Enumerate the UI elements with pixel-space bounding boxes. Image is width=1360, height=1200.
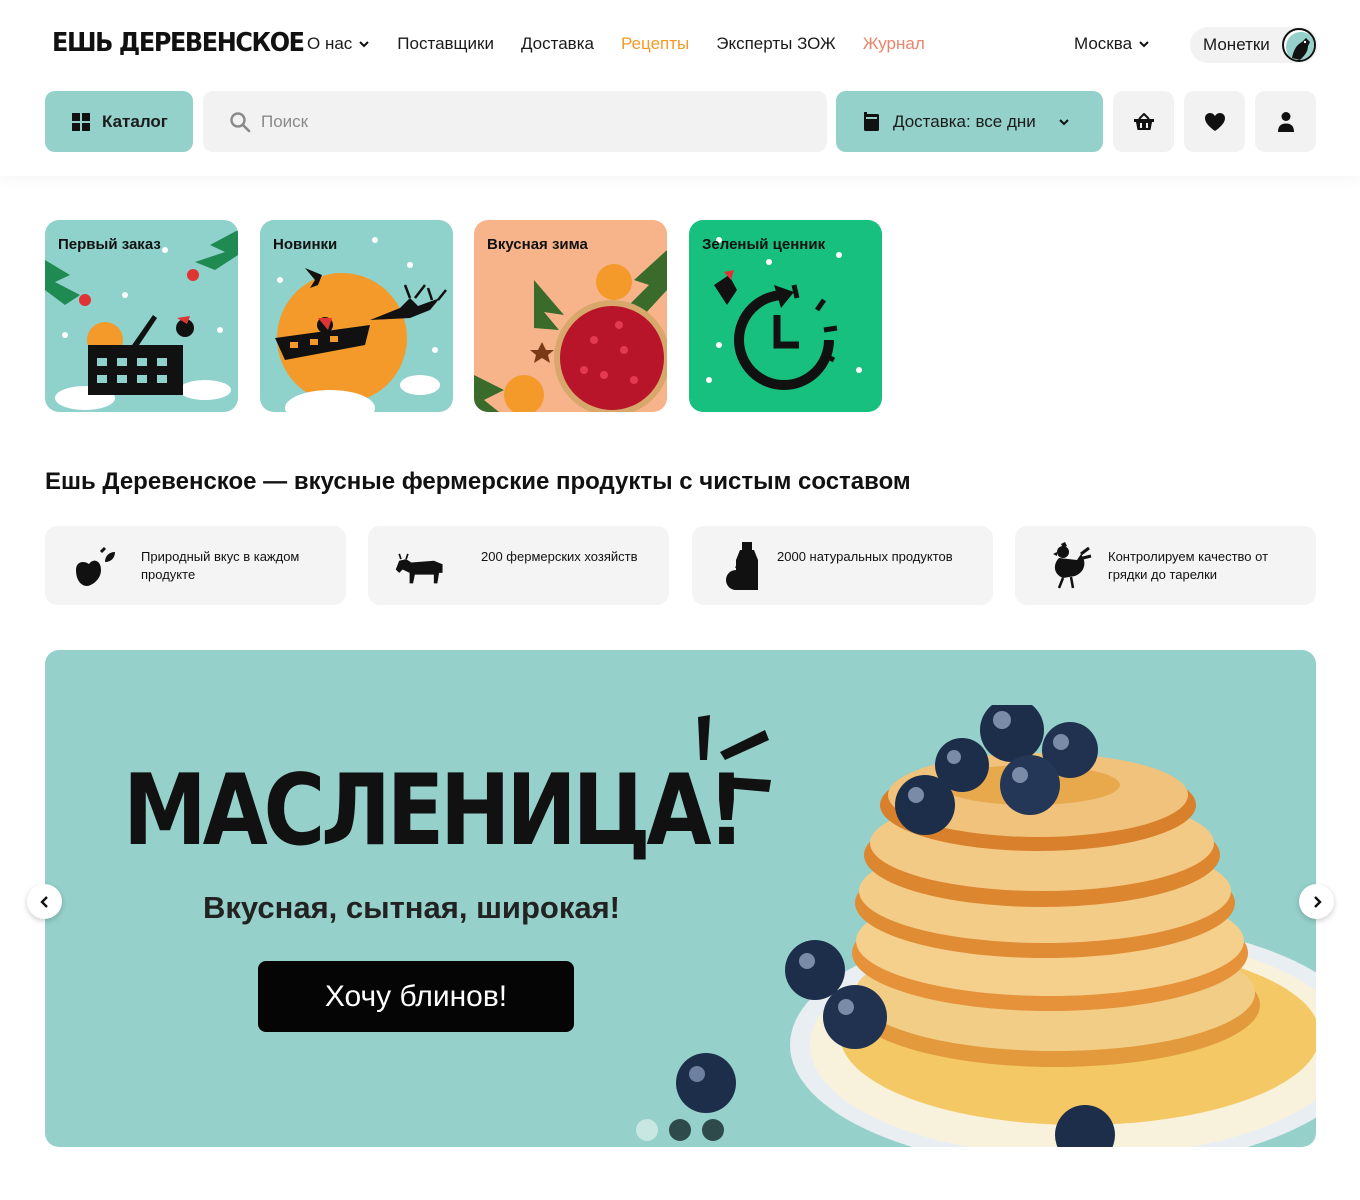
feature-card: Природный вкус в каждом продукте xyxy=(45,526,346,605)
basket-icon xyxy=(1133,112,1154,130)
grid-icon xyxy=(72,112,90,131)
feature-text: Природный вкус в каждом продукте xyxy=(141,549,300,582)
nav-recipes[interactable]: Рецепты xyxy=(621,34,689,54)
banner-cta-button[interactable]: Хочу блинов! xyxy=(258,961,574,1032)
city-selector[interactable]: Москва xyxy=(1074,34,1150,54)
site-logo[interactable]: ЕШЬ ДЕРЕВЕНСКОЕ xyxy=(52,28,305,58)
basket-button[interactable] xyxy=(1113,91,1174,152)
milk-bottle-icon xyxy=(726,542,758,590)
story-new-items[interactable]: Новинки xyxy=(260,220,453,412)
profile-button[interactable] xyxy=(1255,91,1316,152)
story-title: Зеленый ценник xyxy=(702,236,826,253)
catalog-button[interactable]: Каталог xyxy=(45,91,193,152)
coins-label: Монетки xyxy=(1203,35,1270,54)
banner-subtitle: Вкусная, сытная, широкая! xyxy=(203,890,621,925)
calendar-icon xyxy=(864,111,879,131)
feature-card: Контролируем качество от грядки до тарел… xyxy=(1015,526,1316,605)
main-nav: О нас Поставщики Доставка Рецепты Экспер… xyxy=(307,34,925,54)
nav-about-label: О нас xyxy=(307,34,353,53)
blueberry-image xyxy=(676,1053,736,1113)
feature-text: 2000 натуральных продуктов xyxy=(777,549,953,564)
chevron-right-icon xyxy=(1313,895,1322,908)
story-first-order[interactable]: Первый заказ xyxy=(45,220,238,412)
carousel-dot[interactable] xyxy=(636,1119,658,1141)
search-input[interactable] xyxy=(261,111,801,132)
chevron-down-icon xyxy=(359,41,370,48)
promo-banner[interactable]: МАСЛЕНИЦА! Вкусная, сытная, широкая! Хоч… xyxy=(45,650,1316,1147)
pancakes-image xyxy=(785,705,1316,1147)
feature-text: Контролируем качество от грядки до тарел… xyxy=(1108,549,1269,582)
page-title: Ешь Деревенское — вкусные фермерские про… xyxy=(45,468,911,495)
sprout-icon xyxy=(76,546,115,586)
coins-button[interactable]: Монетки xyxy=(1190,27,1318,63)
nav-delivery[interactable]: Доставка xyxy=(521,34,594,54)
carousel-dot[interactable] xyxy=(702,1119,724,1141)
nav-about[interactable]: О нас xyxy=(307,34,370,54)
search-icon xyxy=(230,111,251,132)
story-title: Первый заказ xyxy=(58,236,161,253)
chevron-down-icon xyxy=(1059,118,1069,125)
site-header: ЕШЬ ДЕРЕВЕНСКОЕ О нас Поставщики Доставк… xyxy=(0,0,1360,176)
nav-suppliers[interactable]: Поставщики xyxy=(397,34,494,54)
feature-text: 200 фермерских хозяйств xyxy=(481,549,638,564)
dog-avatar-icon xyxy=(1282,28,1316,62)
banner-title: МАСЛЕНИЦА! xyxy=(123,754,746,868)
carousel-dot[interactable] xyxy=(669,1119,691,1141)
rooster-icon xyxy=(1053,542,1092,589)
heart-icon xyxy=(1204,112,1225,131)
cow-icon xyxy=(395,553,443,584)
story-green-price[interactable]: Зеленый ценник xyxy=(689,220,882,412)
feature-card: 2000 натуральных продуктов xyxy=(692,526,993,605)
story-tasty-winter[interactable]: Вкусная зима xyxy=(474,220,667,412)
nav-experts[interactable]: Эксперты ЗОЖ xyxy=(716,34,835,54)
carousel-next-button[interactable] xyxy=(1299,884,1334,919)
chevron-left-icon xyxy=(39,895,48,908)
nav-journal[interactable]: Журнал xyxy=(863,34,925,54)
feature-card: 200 фермерских хозяйств xyxy=(368,526,669,605)
favorites-button[interactable] xyxy=(1184,91,1245,152)
delivery-days-dropdown[interactable]: Доставка: все дни xyxy=(836,91,1103,152)
story-title: Новинки xyxy=(273,236,338,253)
chevron-down-icon xyxy=(1139,41,1149,48)
user-icon xyxy=(1277,111,1294,132)
exclamation-rays-icon xyxy=(698,715,771,792)
delivery-label: Доставка: все дни xyxy=(893,111,1036,131)
carousel-prev-button[interactable] xyxy=(27,884,62,919)
carousel-dots xyxy=(636,1119,724,1141)
city-label: Москва xyxy=(1074,34,1133,53)
catalog-label: Каталог xyxy=(102,111,168,131)
search-bar xyxy=(203,91,827,152)
story-title: Вкусная зима xyxy=(487,236,588,253)
